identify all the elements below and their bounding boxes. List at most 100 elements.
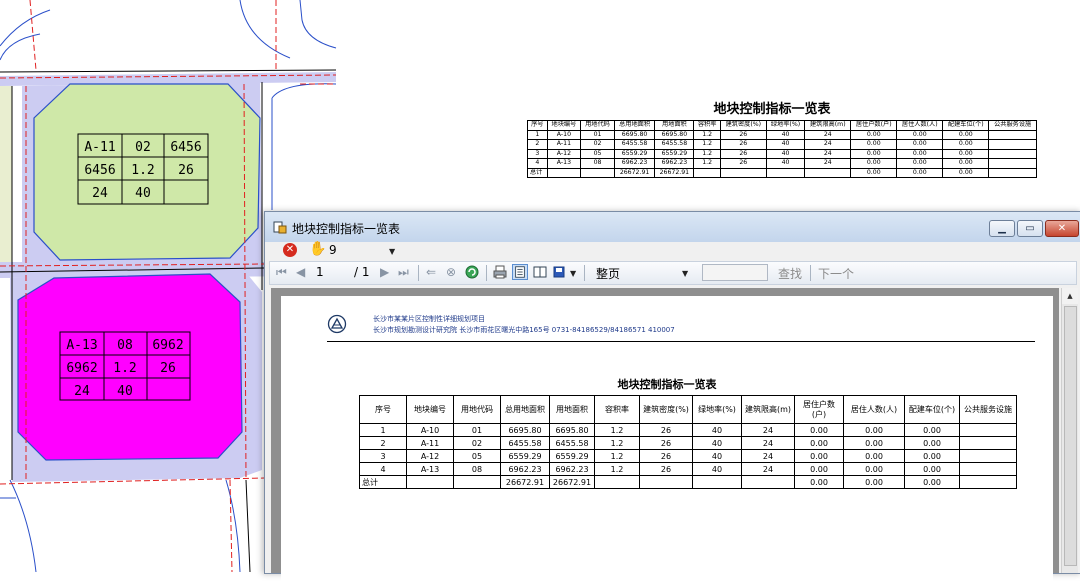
cell [692,475,742,489]
prev-page-icon[interactable]: ◀ [296,265,305,279]
scrollbar-thumb[interactable] [1064,306,1077,566]
window-titlebar[interactable]: 地块控制指标一览表 ▁ ▭ ✕ [265,212,1080,242]
minimize-button[interactable]: ▁ [989,220,1015,237]
svg-text:08: 08 [117,338,133,353]
last-page-icon[interactable]: ⏭ [398,265,409,280]
cell: 08 [453,462,501,476]
cell: 2 [359,436,407,450]
refresh-icon[interactable] [464,264,480,280]
back-icon[interactable]: ⇐ [426,265,436,279]
svg-text:40: 40 [117,384,133,399]
header-cell: 序号 [359,395,407,424]
cell: 6695.80 [654,129,695,140]
table-row: 4 A-13 08 6962.23 6962.23 1.2 26 40 24 0… [527,158,1037,169]
page-setup-icon[interactable] [532,264,548,280]
cell: 08 [580,158,615,169]
cell: 40 [765,129,806,140]
cell: 2 [527,139,548,150]
cell: 0.00 [896,158,944,169]
cell: 26672.91 [654,167,695,178]
svg-text:6962: 6962 [66,361,97,376]
header-cell: 总用地面积 [613,120,656,131]
header-cell: 建筑密度(%) [719,120,767,131]
cell: 1 [527,129,548,140]
cell: 0.00 [942,129,990,140]
page-total: / 1 [354,265,370,279]
print-layout-icon[interactable] [512,264,528,280]
cell: 0.00 [850,139,898,150]
cell: 1.2 [594,423,640,437]
cell: 24 [804,158,852,169]
cell: 26 [639,436,693,450]
header-cell: 总用地面积 [500,395,550,424]
cell: 1.2 [594,449,640,463]
cell: 24 [804,139,852,150]
cell [594,475,640,489]
hand-pan-icon[interactable]: ✋ [309,241,326,257]
cell: 26 [719,129,767,140]
stop-icon[interactable]: ✕ [283,243,297,257]
cell: 6455.58 [613,139,656,150]
stop-refresh-icon[interactable]: ⊗ [446,265,456,279]
cell: A-12 [546,148,582,159]
cell: 0.00 [794,449,844,463]
cell: 4 [359,462,407,476]
header-cell: 地块编号 [546,120,582,131]
cell: 01 [453,423,501,437]
vertical-scrollbar[interactable]: ▲ [1061,288,1078,573]
header-cell: 序号 [527,120,548,131]
cell: 4 [527,158,548,169]
cell [988,167,1037,178]
report-page: 长沙市某某片区控制性详细规划项目 长沙市规划勘测设计研究院 长沙市雨花区曙光中路… [281,296,1053,586]
cell: 6962.23 [613,158,656,169]
svg-text:24: 24 [74,384,90,399]
maximize-button[interactable]: ▭ [1017,220,1043,237]
report-preview-area[interactable]: 长沙市某某片区控制性详细规划项目 长沙市规划勘测设计研究院 长沙市雨花区曙光中路… [271,288,1059,586]
cell [580,167,615,178]
zoom-select[interactable]: 9 [329,243,337,257]
find-input[interactable] [702,264,768,281]
cell: 0.00 [904,436,960,450]
export-icon[interactable] [552,264,568,280]
cell: 总计 [527,167,548,178]
page-number-input[interactable]: 1 [316,265,324,279]
cell: 40 [692,423,742,437]
cell: 6695.80 [613,129,656,140]
export-dropdown-arrow-icon[interactable]: ▼ [570,269,576,278]
zoom-mode-select[interactable]: 整页 [596,265,620,282]
svg-text:A-13: A-13 [66,338,97,353]
zoom-dropdown-arrow-icon[interactable]: ▼ [389,247,395,256]
header-cell: 容积率 [693,120,721,131]
next-page-icon[interactable]: ▶ [380,265,389,279]
print-icon[interactable] [492,264,508,280]
table-row: 3 A-12 05 6559.29 6559.29 1.2 26 40 24 0… [359,449,1017,463]
cell: 6962.23 [549,462,595,476]
cell [959,436,1017,450]
table-row: 总计 26672.91 26672.91 0.00 0.00 0.00 [527,167,1037,178]
zoom-mode-dropdown-arrow-icon[interactable]: ▼ [682,269,688,278]
cell: 40 [765,139,806,150]
cell: 0.00 [896,148,944,159]
find-next-button[interactable]: 下一个 [818,265,854,282]
cell: 6695.80 [500,423,550,437]
scroll-up-icon[interactable]: ▲ [1062,288,1078,304]
cell: 40 [765,148,806,159]
cell: 0.00 [942,139,990,150]
cell: 0.00 [843,449,905,463]
header-cell: 绿地率(%) [765,120,806,131]
close-button[interactable]: ✕ [1045,220,1079,237]
cell: 0.00 [904,475,960,489]
svg-text:26: 26 [178,163,194,178]
cell: 0.00 [896,167,944,178]
find-button[interactable]: 查找 [778,265,802,282]
first-page-icon[interactable]: ⏮ [276,265,287,280]
cell: 24 [741,436,795,450]
cell: 0.00 [850,158,898,169]
svg-text:A-11: A-11 [84,140,115,155]
header-cell: 居住人数(人) [843,395,905,424]
cell [406,475,454,489]
cell: 1.2 [693,158,721,169]
table-row: 4 A-13 08 6962.23 6962.23 1.2 26 40 24 0… [359,462,1017,476]
window-title: 地块控制指标一览表 [292,222,401,236]
cell: 40 [692,449,742,463]
